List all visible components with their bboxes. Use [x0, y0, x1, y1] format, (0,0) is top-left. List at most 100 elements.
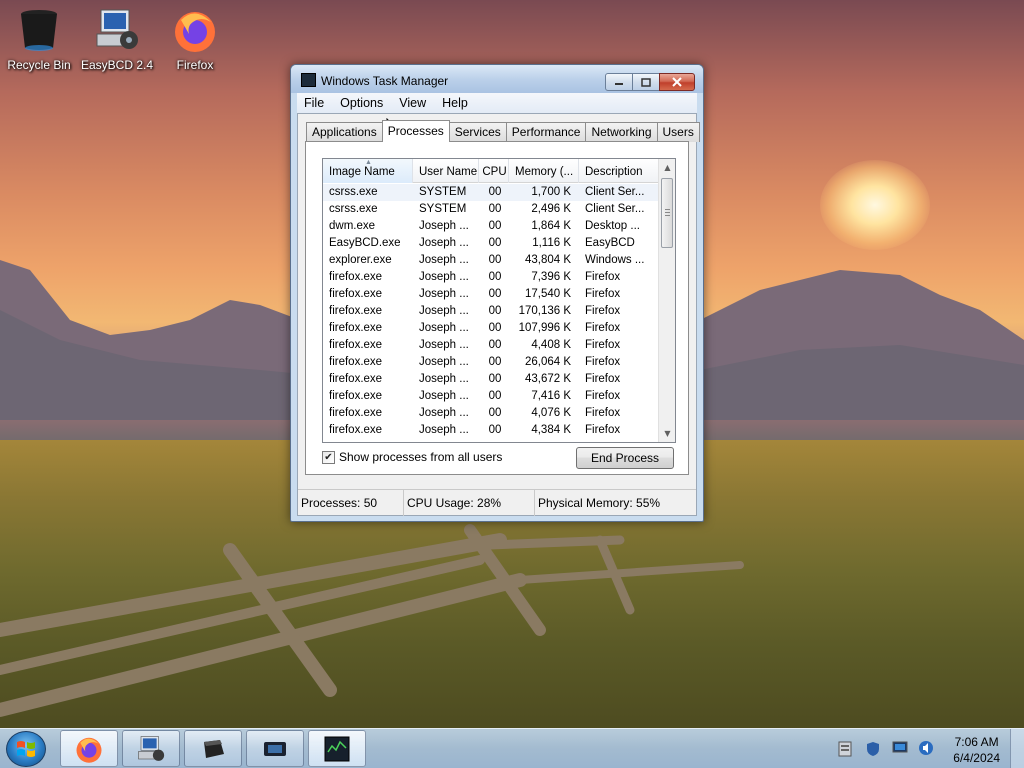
start-button[interactable]: [6, 731, 46, 767]
menu-bar: File Options View Help: [297, 93, 697, 113]
table-row[interactable]: csrss.exe SYSTEM 00 2,496 K Client Ser...: [323, 201, 659, 218]
tab-performance[interactable]: Performance: [505, 122, 587, 142]
taskbar-button-task-manager[interactable]: [308, 730, 366, 767]
menu-options[interactable]: Options: [340, 96, 383, 110]
firefox-icon: [175, 12, 215, 52]
process-user-name: Joseph ...: [419, 305, 469, 317]
generic-app-icon: [204, 739, 224, 758]
process-rows: csrss.exe SYSTEM 00 1,700 K Client Ser... csr…: [323, 184, 659, 439]
table-row[interactable]: firefox.exe Joseph ... 00 17,540 K Firefox: [323, 286, 659, 303]
maximize-button[interactable]: [632, 73, 660, 91]
table-row[interactable]: firefox.exe Joseph ... 00 7,416 K Firefox: [323, 388, 659, 405]
list-header: ▲ Image Name User Name CPU Memory (... D…: [323, 159, 659, 183]
maximize-icon: [641, 77, 651, 87]
taskbar-button-display-app[interactable]: [246, 730, 304, 767]
easybcd-icon: [96, 9, 138, 49]
show-desktop-button[interactable]: [1010, 729, 1024, 768]
table-row[interactable]: firefox.exe Joseph ... 00 4,076 K Firefox: [323, 405, 659, 422]
scroll-up-arrow-icon[interactable]: ▲: [659, 159, 675, 176]
scroll-thumb[interactable]: [661, 178, 673, 248]
taskbar: 7:06 AM 6/4/2024: [0, 728, 1024, 768]
menu-file[interactable]: File: [304, 96, 324, 110]
process-description: Firefox: [585, 322, 621, 334]
menu-view[interactable]: View: [399, 96, 426, 110]
close-button[interactable]: [659, 73, 695, 91]
process-user-name: Joseph ...: [419, 339, 469, 351]
process-memory: 26,064 K: [524, 356, 571, 368]
process-user-name: SYSTEM: [419, 186, 467, 198]
taskbar-button-generic-app[interactable]: [184, 730, 242, 767]
show-all-processes-checkbox[interactable]: ✔: [322, 450, 335, 464]
table-row[interactable]: firefox.exe Joseph ... 00 7,396 K Firefox: [323, 269, 659, 286]
table-row[interactable]: firefox.exe Joseph ... 00 26,064 K Firefox: [323, 354, 659, 371]
table-row[interactable]: firefox.exe Joseph ... 00 43,672 K Firefox: [323, 371, 659, 388]
end-process-button[interactable]: End Process: [576, 447, 674, 469]
process-image-name: firefox.exe: [329, 390, 383, 402]
table-row[interactable]: dwm.exe Joseph ... 00 1,864 K Desktop ...: [323, 218, 659, 235]
task-manager-icon: [324, 736, 350, 761]
table-row[interactable]: firefox.exe Joseph ... 00 107,996 K Firefox: [323, 320, 659, 337]
window-titlebar[interactable]: Windows Task Manager: [291, 65, 703, 93]
desktop-icon-recycle-bin[interactable]: Recycle Bin: [0, 6, 78, 72]
process-memory: 4,408 K: [531, 339, 571, 351]
show-all-processes-option[interactable]: ✔ Show processes from all users: [322, 450, 502, 464]
process-memory: 1,864 K: [531, 220, 571, 232]
process-memory: 4,384 K: [531, 424, 571, 436]
process-image-name: csrss.exe: [329, 203, 378, 215]
system-clock[interactable]: 7:06 AM 6/4/2024: [953, 734, 1000, 766]
minimize-button[interactable]: [605, 73, 633, 91]
process-description: Client Ser...: [585, 186, 645, 198]
vertical-scrollbar[interactable]: ▲ ▼: [658, 159, 675, 442]
scroll-down-arrow-icon[interactable]: ▼: [659, 425, 675, 442]
process-memory: 170,136 K: [518, 305, 571, 317]
taskbar-button-easybcd[interactable]: [122, 730, 180, 767]
tab-services[interactable]: Services: [448, 122, 507, 142]
tab-processes[interactable]: Processes: [381, 120, 450, 142]
taskbar-button-firefox[interactable]: [60, 730, 118, 767]
process-memory: 2,496 K: [531, 203, 571, 215]
menu-help[interactable]: Help: [442, 96, 468, 110]
easybcd-icon: [138, 735, 165, 761]
process-description: Firefox: [585, 339, 621, 351]
process-user-name: Joseph ...: [419, 254, 469, 266]
volume-icon[interactable]: [918, 740, 934, 756]
process-cpu: 00: [488, 424, 502, 436]
process-cpu: 00: [488, 288, 502, 300]
process-image-name: csrss.exe: [329, 186, 378, 198]
column-header-description[interactable]: Description: [579, 159, 659, 183]
task-manager-window[interactable]: Windows Task Manager File Options View H…: [290, 64, 704, 522]
status-cpu-usage: CPU Usage: 28%: [404, 490, 535, 516]
table-row[interactable]: firefox.exe Joseph ... 00 4,408 K Firefox: [323, 337, 659, 354]
process-cpu: 00: [488, 254, 502, 266]
desktop-icon-firefox[interactable]: Firefox: [156, 6, 234, 72]
table-row[interactable]: EasyBCD.exe Joseph ... 00 1,116 K EasyBCD: [323, 235, 659, 252]
status-processes: Processes: 50: [298, 490, 404, 516]
window-client-area: Applications Processes Services Performa…: [297, 113, 700, 516]
process-user-name: Joseph ...: [419, 373, 469, 385]
table-row[interactable]: explorer.exe Joseph ... 00 43,804 K Windows …: [323, 252, 659, 269]
column-header-cpu[interactable]: CPU: [479, 159, 509, 183]
process-description: Firefox: [585, 356, 621, 368]
table-row[interactable]: firefox.exe Joseph ... 00 170,136 K Firefox: [323, 303, 659, 320]
desktop-icon-label: Firefox: [176, 58, 214, 72]
action-center-icon[interactable]: [838, 741, 852, 757]
process-image-name: firefox.exe: [329, 339, 383, 351]
status-bar: Processes: 50 CPU Usage: 28% Physical Me…: [298, 489, 696, 516]
process-cpu: 00: [488, 186, 502, 198]
process-list[interactable]: ▲ Image Name User Name CPU Memory (... D…: [322, 158, 676, 443]
column-header-memory[interactable]: Memory (...: [509, 159, 579, 183]
process-description: Firefox: [585, 407, 621, 419]
tab-networking[interactable]: Networking: [585, 122, 658, 142]
column-header-user-name[interactable]: User Name: [413, 159, 479, 183]
tab-users[interactable]: Users: [656, 122, 700, 142]
table-row[interactable]: firefox.exe Joseph ... 00 4,384 K Firefox: [323, 422, 659, 439]
process-memory: 43,672 K: [524, 373, 571, 385]
tab-applications[interactable]: Applications: [306, 122, 383, 142]
table-row[interactable]: csrss.exe SYSTEM 00 1,700 K Client Ser...: [323, 184, 659, 201]
security-shield-icon[interactable]: [866, 741, 880, 757]
desktop-icon-easybcd[interactable]: EasyBCD 2.4: [78, 6, 156, 72]
process-description: EasyBCD: [585, 237, 635, 249]
column-header-image-name[interactable]: ▲ Image Name: [323, 159, 413, 183]
windows-logo-icon: [17, 741, 35, 757]
network-icon[interactable]: [892, 741, 908, 755]
